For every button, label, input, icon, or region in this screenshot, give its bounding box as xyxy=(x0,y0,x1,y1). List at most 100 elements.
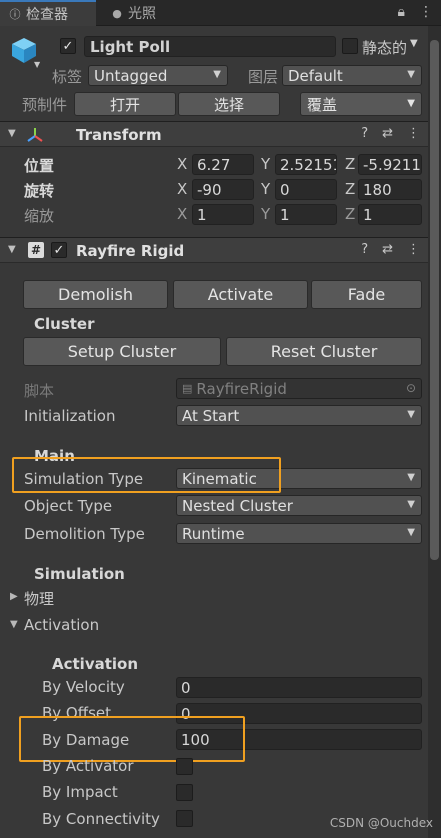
object-name-field[interactable]: Light Poll xyxy=(84,36,336,57)
prefab-open-button[interactable]: 打开 xyxy=(74,92,176,116)
scale-y-field[interactable]: 1 xyxy=(275,204,337,225)
axis-y-label[interactable]: Y xyxy=(261,180,270,198)
light-bulb-icon: ● xyxy=(112,6,122,20)
highlight-box xyxy=(19,716,245,762)
chevron-down-icon[interactable]: ▼ xyxy=(410,38,418,49)
axis-z-label[interactable]: Z xyxy=(345,180,355,198)
chevron-down-icon: ▼ xyxy=(213,69,221,80)
lock-icon[interactable]: 🔒︎ xyxy=(398,4,405,20)
object-type-dropdown[interactable]: Nested Cluster ▼ xyxy=(176,495,422,516)
script-hash-icon: # xyxy=(28,242,44,258)
preset-icon[interactable]: ⇄ xyxy=(382,242,393,257)
by-connectivity-label: By Connectivity xyxy=(42,810,160,828)
object-name-text: Light Poll xyxy=(90,37,171,56)
tag-label: 标签 xyxy=(52,68,83,86)
scrollbar-thumb[interactable] xyxy=(430,40,439,560)
position-label: 位置 xyxy=(24,157,55,175)
layer-label: 图层 xyxy=(248,68,279,86)
by-impact-label: By Impact xyxy=(42,783,118,801)
axis-z-label[interactable]: Z xyxy=(345,155,355,173)
axis-y-label[interactable]: Y xyxy=(261,155,270,173)
tag-value: Untagged xyxy=(94,66,168,85)
override-label: 覆盖 xyxy=(307,95,338,114)
prefab-override-dropdown[interactable]: 覆盖 ▼ xyxy=(300,92,422,116)
chevron-down-icon: ▼ xyxy=(407,409,415,420)
initialization-value: At Start xyxy=(182,406,240,425)
setup-cluster-button[interactable]: Setup Cluster xyxy=(23,337,221,366)
activate-button[interactable]: Activate xyxy=(173,280,308,309)
rotation-y-field[interactable]: 0 xyxy=(275,179,337,200)
position-x-field[interactable]: 6.27 xyxy=(192,154,254,175)
highlight-box xyxy=(12,457,281,493)
foldout-arrow-icon[interactable]: ▼ xyxy=(8,128,16,139)
axis-z-label[interactable]: Z xyxy=(345,205,355,223)
rotation-label: 旋转 xyxy=(24,182,55,200)
rayfire-enabled-checkbox[interactable]: ✓ xyxy=(51,242,67,258)
rotation-x-field[interactable]: -90 xyxy=(192,179,254,200)
layer-value: Default xyxy=(288,66,343,85)
rotation-z-field[interactable]: 180 xyxy=(358,179,422,200)
reset-cluster-button[interactable]: Reset Cluster xyxy=(226,337,422,366)
chevron-down-icon: ▼ xyxy=(407,499,415,510)
watermark: CSDN @Ouchdex xyxy=(329,816,433,830)
demolish-button[interactable]: Demolish xyxy=(23,280,168,309)
info-icon: ⓘ xyxy=(9,8,21,21)
foldout-arrow-icon[interactable]: ▼ xyxy=(8,244,16,255)
transform-title: Transform xyxy=(76,126,162,144)
initialization-dropdown[interactable]: At Start ▼ xyxy=(176,405,422,426)
initialization-label: Initialization xyxy=(24,407,116,425)
scale-z-field[interactable]: 1 xyxy=(358,204,422,225)
demolition-type-dropdown[interactable]: Runtime ▼ xyxy=(176,523,422,544)
chevron-down-icon: ▼ xyxy=(407,527,415,538)
object-type-value: Nested Cluster xyxy=(182,496,293,515)
chevron-down-icon: ▼ xyxy=(407,98,415,109)
axis-x-label[interactable]: X xyxy=(177,180,187,198)
fade-button[interactable]: Fade xyxy=(311,280,422,309)
more-options-icon[interactable]: ⋮ xyxy=(419,4,433,20)
by-velocity-label: By Velocity xyxy=(42,678,125,696)
static-checkbox[interactable] xyxy=(342,38,358,54)
demolition-type-value: Runtime xyxy=(182,524,245,543)
by-connectivity-checkbox[interactable] xyxy=(176,810,193,827)
tag-dropdown[interactable]: Untagged ▼ xyxy=(88,65,228,86)
help-icon[interactable]: ? xyxy=(361,126,368,141)
transform-axes-icon xyxy=(27,128,43,142)
axis-y-label[interactable]: Y xyxy=(261,205,270,223)
by-impact-checkbox[interactable] xyxy=(176,784,193,801)
by-velocity-field[interactable]: 0 xyxy=(176,677,422,698)
script-field: ▤ RayfireRigid ⊙ xyxy=(176,378,422,399)
script-file-icon: ▤ xyxy=(182,382,193,395)
axis-x-label[interactable]: X xyxy=(177,155,187,173)
by-activator-checkbox[interactable] xyxy=(176,758,193,775)
tab-lighting-label: 光照 xyxy=(128,6,156,22)
scale-x-field[interactable]: 1 xyxy=(192,204,254,225)
activation-foldout[interactable]: Activation xyxy=(24,616,99,634)
tab-lighting[interactable]: ● 光照 xyxy=(106,0,156,26)
by-activator-label: By Activator xyxy=(42,757,134,775)
foldout-arrow-down-icon[interactable]: ▼ xyxy=(10,619,18,630)
more-options-icon[interactable]: ⋮ xyxy=(407,242,420,257)
tab-inspector-label: 检查器 xyxy=(26,7,68,23)
chevron-down-icon[interactable]: ▼ xyxy=(34,60,40,69)
physics-foldout[interactable]: 物理 xyxy=(24,588,54,609)
rayfire-rigid-section-header[interactable]: ▼ # ✓ Rayfire Rigid ? ⇄ ⋮ xyxy=(0,237,428,263)
cluster-heading: Cluster xyxy=(34,315,95,333)
position-y-field[interactable]: 2.52151 xyxy=(275,154,337,175)
axis-x-label[interactable]: X xyxy=(177,205,187,223)
prefab-select-button[interactable]: 选择 xyxy=(178,92,280,116)
script-value: RayfireRigid xyxy=(196,379,287,398)
activation-heading: Activation xyxy=(52,655,139,673)
preset-icon[interactable]: ⇄ xyxy=(382,126,393,141)
more-options-icon[interactable]: ⋮ xyxy=(407,126,420,141)
position-z-field[interactable]: -5.9211 xyxy=(358,154,422,175)
rayfire-title: Rayfire Rigid xyxy=(76,242,185,260)
active-checkbox[interactable]: ✓ xyxy=(60,38,76,54)
tab-inspector[interactable]: ⓘ 检查器 xyxy=(0,0,96,26)
script-label: 脚本 xyxy=(24,382,55,400)
help-icon[interactable]: ? xyxy=(361,242,368,257)
layer-dropdown[interactable]: Default ▼ xyxy=(282,65,422,86)
transform-section-header[interactable]: ▼ Transform ? ⇄ ⋮ xyxy=(0,121,428,147)
foldout-arrow-right-icon[interactable]: ▶ xyxy=(10,591,18,602)
simulation-heading: Simulation xyxy=(34,565,125,583)
object-picker-icon[interactable]: ⊙ xyxy=(406,381,416,395)
